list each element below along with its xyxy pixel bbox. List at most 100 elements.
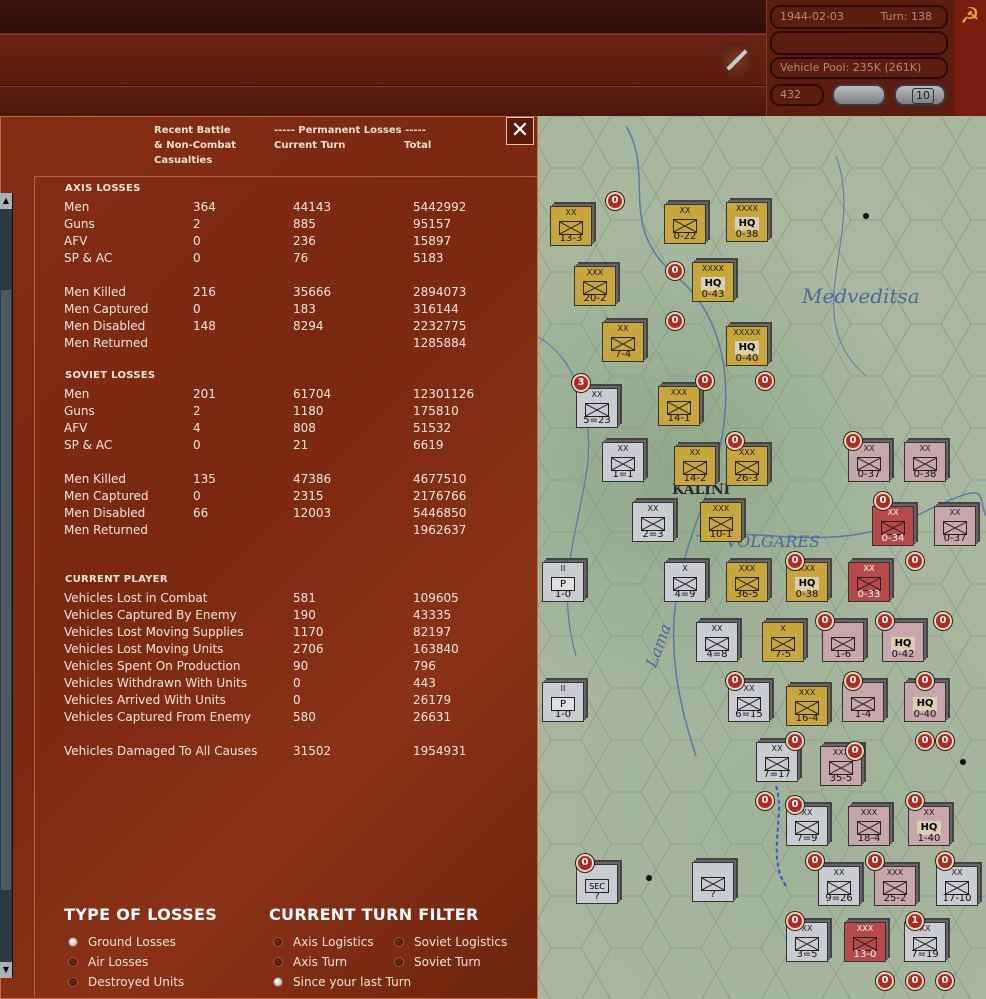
echelon-label: XXX bbox=[856, 924, 874, 933]
hammer-sickle-icon[interactable]: ☭ bbox=[958, 3, 982, 31]
scroll-down-icon[interactable]: ▼ bbox=[0, 962, 12, 978]
unit-counter[interactable]: XXX 18-4 bbox=[848, 806, 890, 846]
strength-label: 0-43 bbox=[701, 289, 725, 300]
unit-counter[interactable]: XX 0-33 bbox=[848, 562, 890, 602]
echelon-label: XX bbox=[833, 868, 845, 877]
scrollbar-thumb[interactable] bbox=[1, 290, 11, 890]
close-button[interactable]: ✕ bbox=[506, 117, 534, 145]
row-total: 2894073 bbox=[413, 285, 467, 299]
unit-counter[interactable]: XXX 25-2 bbox=[874, 866, 916, 906]
unit-counter[interactable]: XX 4=8 bbox=[696, 622, 738, 662]
strength-label: ? bbox=[710, 889, 716, 900]
unit-counter[interactable]: ? bbox=[692, 862, 734, 902]
radio-filter-soviet-logistics[interactable]: Soviet Logistics bbox=[390, 932, 507, 952]
row-current: 47386 bbox=[293, 472, 332, 486]
gray-toggle-button[interactable] bbox=[832, 84, 886, 106]
town-dot bbox=[960, 759, 966, 765]
vehicles-damaged-row: Vehicles Damaged To All Causes 31502 195… bbox=[64, 743, 524, 760]
unit-counter[interactable]: XX 13-3 bbox=[550, 206, 592, 246]
unit-counter[interactable]: XXX 13-0 bbox=[844, 922, 886, 962]
radio-dot[interactable] bbox=[273, 977, 283, 987]
unit-counter[interactable]: II P 1-0 bbox=[542, 682, 584, 722]
radio-dot[interactable] bbox=[394, 937, 404, 947]
unit-counter[interactable]: XXX 14-1 bbox=[658, 386, 700, 426]
row-label: Men bbox=[64, 387, 90, 401]
combat-marker-icon: 0 bbox=[726, 432, 744, 450]
combat-marker-icon: 0 bbox=[906, 972, 924, 990]
unit-counter[interactable]: XX 0-37 bbox=[934, 506, 976, 546]
unit-counter[interactable]: XXXX HQ 0-43 bbox=[692, 262, 734, 302]
radio-dot[interactable] bbox=[68, 957, 78, 967]
echelon-label: XX bbox=[647, 504, 659, 513]
radio-type-destroyed-units[interactable]: Destroyed Units bbox=[64, 972, 184, 992]
unit-counter[interactable]: XX 0-34 bbox=[872, 506, 914, 546]
unit-counter[interactable]: XXX 36-5 bbox=[726, 562, 768, 602]
radio-label: Ground Losses bbox=[88, 935, 176, 949]
unit-counter[interactable]: XX 1=1 bbox=[602, 442, 644, 482]
radio-dot[interactable] bbox=[68, 977, 78, 987]
ten-toggle-button[interactable]: 10 bbox=[894, 84, 946, 106]
radio-filter-soviet-turn[interactable]: Soviet Turn bbox=[390, 952, 481, 972]
combat-marker-icon: 0 bbox=[906, 552, 924, 570]
unit-counter[interactable]: XX 14-2 bbox=[674, 446, 716, 486]
unit-counter[interactable]: XX 9=26 bbox=[818, 866, 860, 906]
row-label: Guns bbox=[64, 404, 95, 418]
radio-label: Since your last Turn bbox=[293, 975, 412, 989]
row-label: Vehicles Lost Moving Supplies bbox=[64, 625, 244, 639]
strength-label: 1-6 bbox=[834, 649, 852, 660]
unit-counter[interactable]: XXXXX HQ 0-40 bbox=[726, 326, 768, 366]
echelon-label: XX bbox=[617, 324, 629, 333]
strength-label: 0-38 bbox=[735, 229, 759, 240]
unit-counter[interactable]: XXX 20-2 bbox=[574, 266, 616, 306]
radio-dot[interactable] bbox=[394, 957, 404, 967]
radio-filter-axis-logistics[interactable]: Axis Logistics bbox=[269, 932, 374, 952]
radio-dot[interactable] bbox=[273, 957, 283, 967]
radio-dot[interactable] bbox=[68, 937, 78, 947]
row-current: 76 bbox=[293, 251, 309, 265]
strength-label: ? bbox=[594, 891, 600, 902]
unit-counter[interactable]: XX 0-22 bbox=[664, 204, 706, 244]
scroll-up-icon[interactable]: ▲ bbox=[0, 193, 12, 209]
table-row: Vehicles Captured From Enemy 580 26631 bbox=[64, 709, 524, 726]
unit-counter[interactable]: XX 7-4 bbox=[602, 322, 644, 362]
row-label: AFV bbox=[64, 234, 88, 248]
row-label: Vehicles Withdrawn With Units bbox=[64, 676, 248, 690]
radio-type-ground-losses[interactable]: Ground Losses bbox=[64, 932, 176, 952]
unit-counter[interactable]: XX 17-10 bbox=[936, 866, 978, 906]
pencil-button[interactable] bbox=[718, 42, 754, 78]
radio-filter-since-your-last-turn[interactable]: Since your last Turn bbox=[269, 972, 411, 992]
header-recent-line: Casualties bbox=[154, 155, 213, 166]
unit-counter[interactable]: XXX 26-3 bbox=[726, 446, 768, 486]
unit-counter[interactable]: XX 2=3 bbox=[632, 502, 674, 542]
game-map[interactable]: Medveditsa KALINI VOLGARES Lama XX 13-3 XX… bbox=[536, 116, 986, 999]
unit-counter[interactable]: X 4=9 bbox=[664, 562, 706, 602]
row-current: 61704 bbox=[293, 387, 332, 401]
unit-counter[interactable]: XXX 16-4 bbox=[786, 686, 828, 726]
town-dot bbox=[863, 213, 869, 219]
strength-label: 35-5 bbox=[829, 773, 853, 784]
unit-counter[interactable]: X 7-5 bbox=[762, 622, 804, 662]
strength-label: 5=23 bbox=[583, 415, 611, 426]
radio-dot[interactable] bbox=[273, 937, 283, 947]
unit-counter[interactable]: XX 5=23 bbox=[576, 388, 618, 428]
combat-marker-icon: 0 bbox=[844, 432, 862, 450]
row-total: 175810 bbox=[413, 404, 459, 418]
combat-marker-icon: 0 bbox=[756, 792, 774, 810]
unit-counter[interactable]: XXX 10-1 bbox=[700, 502, 742, 542]
radio-type-air-losses[interactable]: Air Losses bbox=[64, 952, 148, 972]
row-total: 1285884 bbox=[413, 336, 467, 350]
row-current: 21 bbox=[293, 438, 309, 452]
unit-counter[interactable]: II P 1-0 bbox=[542, 562, 584, 602]
row-current: 90 bbox=[293, 659, 309, 673]
table-row: Vehicles Lost Moving Units 2706 163840 bbox=[64, 641, 524, 658]
town-dot bbox=[646, 875, 652, 881]
radio-filter-axis-turn[interactable]: Axis Turn bbox=[269, 952, 347, 972]
row-total: 15897 bbox=[413, 234, 452, 248]
row-recent: 2 bbox=[193, 404, 201, 418]
ten-label: 10 bbox=[912, 88, 934, 104]
unit-counter[interactable]: XX HQ 1-40 bbox=[908, 806, 950, 846]
unit-counter[interactable]: XX 0-38 bbox=[904, 442, 946, 482]
echelon-label: XX bbox=[887, 508, 899, 517]
combat-marker-icon: 0 bbox=[874, 492, 892, 510]
unit-counter[interactable]: XXXX HQ 0-38 bbox=[726, 202, 768, 242]
